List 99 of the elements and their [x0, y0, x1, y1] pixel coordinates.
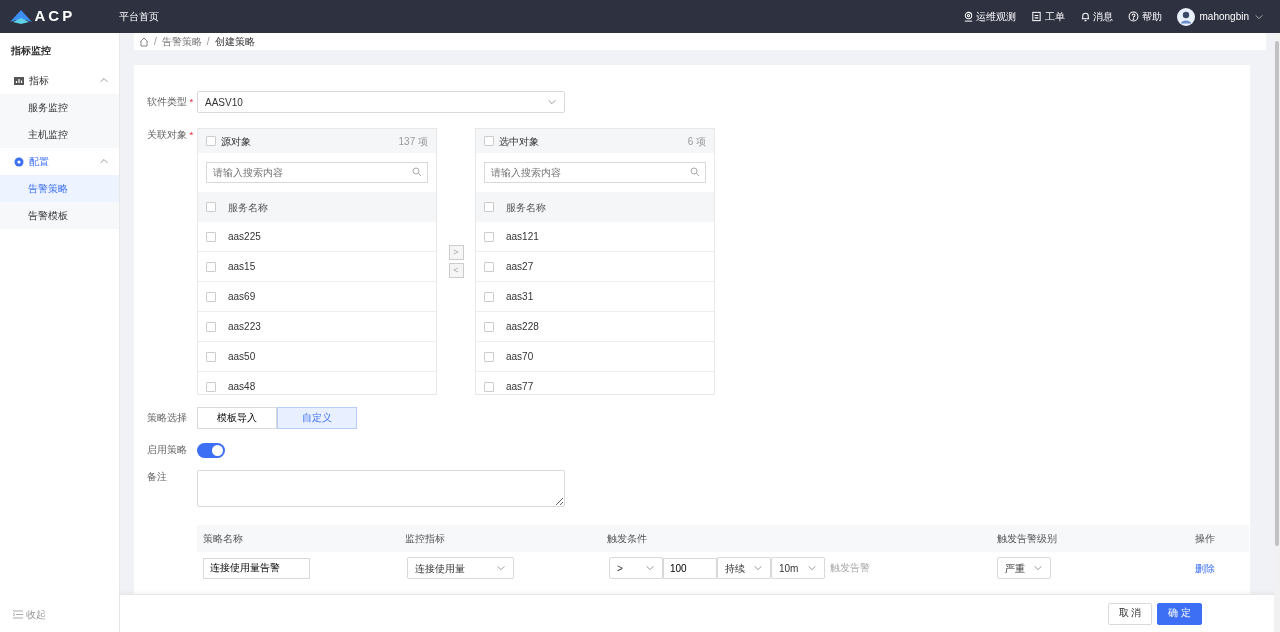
required-mark: *	[189, 128, 194, 142]
sidebar-group[interactable]: 配置	[0, 148, 119, 175]
column-header: 服务名称	[228, 200, 268, 215]
checkbox[interactable]	[206, 261, 216, 272]
chevron-down-icon	[807, 563, 817, 573]
checkbox[interactable]	[206, 136, 216, 146]
checkbox[interactable]	[484, 381, 494, 392]
logo-text: ACP	[34, 6, 76, 27]
confirm-button[interactable]: 确 定	[1157, 602, 1202, 625]
bar-chart-icon	[14, 75, 24, 86]
segment-tab[interactable]: 自定义	[277, 407, 357, 429]
panel-title: 选中对象	[499, 134, 539, 149]
level-select[interactable]: 严重	[997, 557, 1051, 579]
chevron-down-icon	[547, 97, 557, 107]
operator-select[interactable]: >	[609, 557, 663, 579]
column-header: 策略名称	[203, 533, 243, 544]
help-icon	[1128, 11, 1139, 22]
user-menu[interactable]: mahongbin	[1199, 9, 1249, 24]
search-icon	[690, 167, 700, 177]
column-header: 操作	[1195, 533, 1215, 544]
field-label: 备注	[147, 470, 167, 484]
clipboard-icon	[1031, 11, 1042, 22]
list-item-label: aas77	[506, 380, 534, 394]
home-link[interactable]: 平台首页	[119, 9, 160, 24]
list-item-label: aas48	[228, 380, 256, 394]
remark-field[interactable]	[197, 470, 565, 507]
sidebar-item[interactable]: 告警策略	[0, 175, 119, 202]
checkbox[interactable]	[206, 321, 216, 332]
field-label: 关联对象	[147, 128, 187, 142]
list-item-label: aas27	[506, 260, 534, 274]
location-pin-icon	[962, 11, 974, 22]
threshold-field[interactable]: 100	[663, 557, 717, 579]
hint-text: 触发告警	[830, 560, 870, 575]
menu-fold-icon	[13, 610, 23, 619]
checkbox[interactable]	[484, 261, 494, 272]
required-mark: *	[189, 94, 194, 109]
list-item-label: aas121	[506, 230, 539, 244]
column-header: 触发告警级别	[997, 533, 1057, 544]
field-label: 策略选择	[147, 410, 187, 425]
list-item-label: aas228	[506, 320, 539, 334]
checkbox[interactable]	[206, 381, 216, 392]
list-item-label: aas69	[228, 290, 256, 304]
list-item-label: aas225	[228, 230, 261, 244]
software-type-select[interactable]: AASV10	[197, 91, 565, 113]
sidebar-item[interactable]: 服务监控	[0, 94, 119, 121]
chevron-down-icon	[1033, 563, 1043, 573]
list-item-label: aas70	[506, 350, 534, 364]
search-field[interactable]: 请输入搜索内容	[206, 162, 428, 183]
sidebar-item[interactable]: 告警模板	[0, 202, 119, 229]
list-item-label: aas50	[228, 350, 256, 364]
checkbox[interactable]	[206, 202, 216, 212]
breadcrumb-item: 创建策略	[214, 35, 255, 49]
chevron-down-icon	[753, 563, 763, 573]
column-header: 监控指标	[405, 533, 445, 544]
logo-icon	[10, 9, 32, 24]
sidebar-title: 指标监控	[10, 43, 52, 58]
duration-select[interactable]: 10m	[771, 557, 825, 579]
sidebar-group[interactable]: 指标	[0, 67, 119, 94]
list-item-label: aas31	[506, 290, 534, 304]
sidebar-item[interactable]: 主机监控	[0, 121, 119, 148]
cancel-button[interactable]: 取 消	[1107, 602, 1153, 625]
checkbox[interactable]	[484, 291, 494, 302]
checkbox[interactable]	[206, 291, 216, 302]
checkbox[interactable]	[206, 231, 216, 242]
toggle-switch[interactable]	[197, 443, 225, 458]
checkbox[interactable]	[484, 202, 494, 212]
delete-link[interactable]: 删除	[1195, 562, 1215, 574]
chevron-down-icon	[645, 563, 655, 573]
checkbox[interactable]	[484, 136, 494, 146]
checkbox[interactable]	[206, 351, 216, 362]
checkbox[interactable]	[484, 351, 494, 362]
chevron-down-icon	[496, 563, 506, 573]
list-item-label: aas223	[228, 320, 261, 334]
avatar-icon	[1176, 7, 1195, 26]
breadcrumb-separator: /	[154, 35, 157, 49]
home-icon	[139, 36, 149, 47]
search-icon	[412, 167, 422, 177]
header-nav-link[interactable]: 帮助	[1128, 9, 1162, 24]
list-item-label: aas15	[228, 260, 256, 274]
checkbox[interactable]	[484, 321, 494, 332]
header-nav-link[interactable]: 工单	[1031, 9, 1065, 24]
checkbox[interactable]	[484, 231, 494, 242]
segment-tab[interactable]: 模板导入	[197, 407, 277, 429]
field-label: 启用策略	[147, 443, 187, 458]
column-header: 触发条件	[607, 533, 647, 544]
bell-icon	[1079, 11, 1091, 22]
search-field[interactable]: 请输入搜索内容	[484, 162, 706, 183]
item-count: 137 项	[398, 134, 428, 149]
field-label: 软件类型	[147, 94, 187, 109]
header-nav-link[interactable]: 运维观测	[962, 9, 1016, 24]
item-count: 6 项	[687, 134, 706, 149]
metric-select[interactable]: 连接使用量	[407, 557, 514, 579]
rule-name-field[interactable]: 连接使用量告警	[203, 557, 310, 579]
mode-select[interactable]: 持续	[717, 557, 771, 579]
header-nav-link[interactable]: 消息	[1079, 9, 1113, 24]
column-header: 服务名称	[506, 200, 546, 215]
breadcrumb-item[interactable]: 告警策略	[161, 34, 202, 49]
breadcrumb-separator: /	[206, 35, 210, 49]
panel-title: 源对象	[221, 134, 251, 149]
